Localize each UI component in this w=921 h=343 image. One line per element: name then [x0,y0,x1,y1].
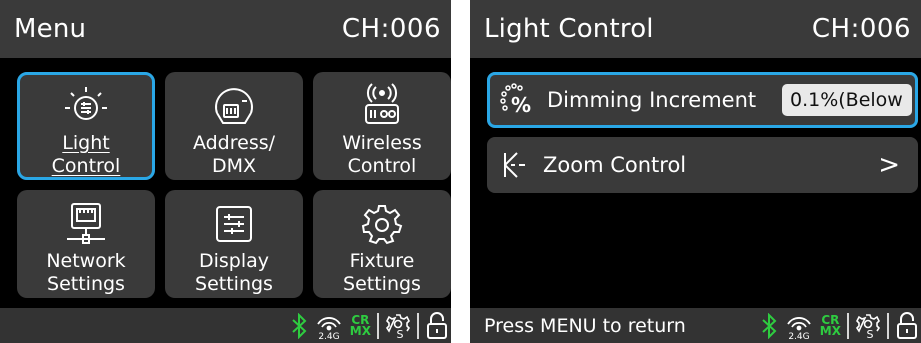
svg-text:%: % [511,93,531,117]
crmx-icon: CR MX [819,314,841,338]
wireless-band-label: 2.4G [318,332,339,340]
dimming-increment-row[interactable]: % Dimming Increment 0.1%(Below [487,72,918,128]
menu-tile-network-settings[interactable]: Network Settings [17,190,155,298]
unlock-icon [895,311,919,340]
zoom-beam-icon [499,149,531,181]
wireless-2g-icon: 2.4G [314,312,344,340]
status-divider [377,312,379,339]
row-label: Dimming Increment [547,88,757,112]
menu-tile-light-control[interactable]: Light Control [17,72,155,180]
tile-label: Settings [47,273,125,295]
menu-tile-address-dmx[interactable]: Address/ DMX [165,72,303,180]
wireless-band-label: 2.4G [788,332,809,340]
gear-icon [359,198,405,250]
return-hint: Press MENU to return [484,314,686,337]
light-control-header: Light Control CH:006 [470,0,921,58]
page-title: Light Control [484,14,654,44]
network-port-icon [63,198,109,250]
light-control-icon [63,80,109,132]
zoom-control-row[interactable]: Zoom Control > [487,137,918,193]
svg-text:S: S [397,328,404,339]
crmx-icon: CR MX [349,314,371,338]
menu-tile-wireless-control[interactable]: Wireless Control [313,72,451,180]
channel-indicator: CH:006 [341,14,441,44]
bluetooth-icon [290,312,308,339]
gear-s-icon: S [855,313,881,339]
status-divider [847,312,849,339]
chevron-right-icon: > [878,150,900,180]
dmx-connector-icon [211,80,257,132]
light-control-screen: Light Control CH:006 % Dimming Increment… [470,0,921,343]
tile-label: Display [198,250,270,272]
menu-header: Menu CH:006 [0,0,451,58]
status-divider [417,312,419,339]
display-icon [211,198,257,250]
crmx-bottom-label: MX [819,323,841,338]
tile-label: Settings [343,273,421,295]
unlock-icon [425,311,449,340]
page-title: Menu [14,14,87,44]
tile-label: Control [347,155,417,177]
tile-label: DMX [211,155,257,177]
status-divider [887,312,889,339]
menu-tile-display-settings[interactable]: Display Settings [165,190,303,298]
status-icons: 2.4G CR MX S [760,308,919,343]
tile-label: Address/ [192,132,276,154]
dimming-increment-value[interactable]: 0.1%(Below [782,84,912,116]
tile-label: Fixture [349,250,415,272]
bluetooth-icon [760,312,778,339]
tile-label: Light [62,132,110,154]
status-bar: Press MENU to return 2.4G CR MX S [470,308,921,343]
tile-label: Network [46,250,126,272]
menu-screen: Menu CH:006 Light Control Address/ DMX W… [0,0,451,343]
status-icons: 2.4G CR MX S [290,308,449,343]
percent-dots-icon: % [499,82,535,118]
svg-text:S: S [867,328,874,339]
gear-s-icon: S [385,313,411,339]
wireless-router-icon [359,80,405,132]
row-label: Zoom Control [543,153,687,177]
crmx-bottom-label: MX [349,323,371,338]
tile-label: Wireless [342,132,422,154]
tile-label: Settings [195,273,273,295]
wireless-2g-icon: 2.4G [784,312,814,340]
menu-tile-fixture-settings[interactable]: Fixture Settings [313,190,451,298]
channel-indicator: CH:006 [811,14,911,44]
tile-label: Control [51,155,121,177]
status-bar: 2.4G CR MX S [0,308,451,343]
